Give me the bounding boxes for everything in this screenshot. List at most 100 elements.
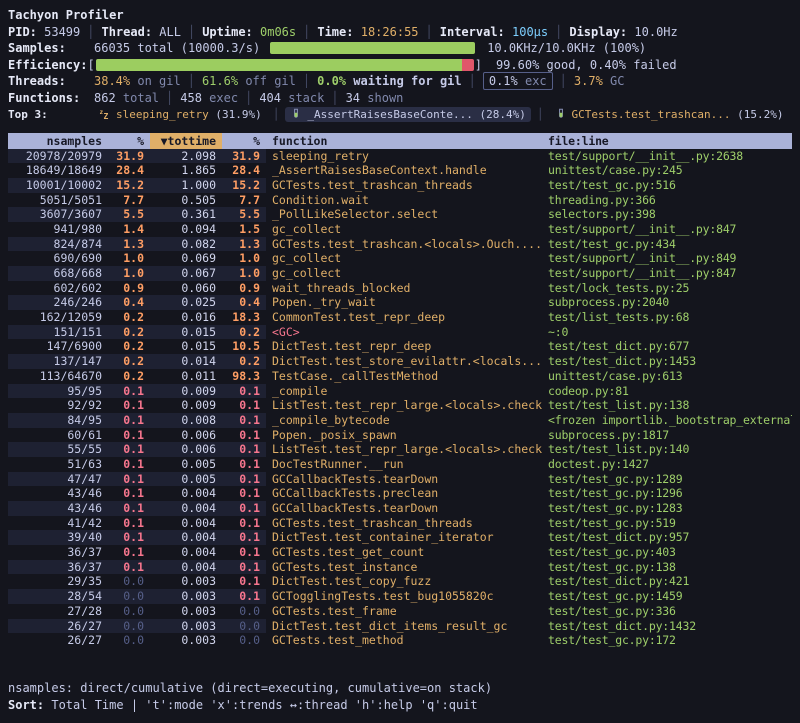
cell-function: gc_collect [266, 251, 544, 266]
table-row[interactable]: 602/6020.90.0600.9wait_threads_blockedte… [8, 281, 792, 296]
cell-function: DictTest.test_container_iterator [266, 530, 544, 545]
table-row[interactable]: 29/350.00.0030.1DictTest.test_copy_fuzzt… [8, 574, 792, 589]
cell-direct-pct: 1.3 [108, 237, 150, 252]
table-row[interactable]: 151/1510.20.0150.2<GC>~:0 [8, 325, 792, 340]
cell-tottime: 0.006 [150, 442, 222, 457]
top3-label: Top 3: [8, 108, 94, 121]
table-row[interactable]: 10001/1000215.21.00015.2GCTests.test_tra… [8, 178, 792, 193]
cell-cumulative-pct: 18.3 [222, 310, 266, 325]
table-row[interactable]: 690/6901.00.0691.0gc_collecttest/support… [8, 251, 792, 266]
table-row[interactable]: 246/2460.40.0250.4Popen._try_waitsubproc… [8, 295, 792, 310]
table-row[interactable]: 39/400.10.0040.1DictTest.test_container_… [8, 530, 792, 545]
column-header-function[interactable]: function [266, 133, 544, 149]
cell-direct-pct: 0.2 [108, 325, 150, 340]
functions-stat-value: 458 [180, 91, 209, 105]
cell-cumulative-pct: 98.3 [222, 369, 266, 384]
efficiency-text: 99.60% good, 0.40% failed [496, 58, 677, 72]
column-header-nsamples[interactable]: nsamples [8, 133, 108, 149]
table-row[interactable]: 43/460.10.0040.1GCCallbackTests.tearDown… [8, 501, 792, 516]
cell-fileline: <frozen importlib._bootstrap_external [544, 413, 792, 428]
cell-fileline: test/test_list.py:138 [544, 398, 792, 413]
samples-rate-summary: 10.0KHz/10.0KHz (100%) [487, 41, 646, 55]
table-row[interactable]: 27/280.00.0030.0GCTests.test_frametest/t… [8, 604, 792, 619]
cell-function: wait_threads_blocked [266, 281, 544, 296]
cell-cumulative-pct: 31.9 [222, 149, 266, 164]
table-row[interactable]: 162/120590.20.01618.3CommonTest.test_rep… [8, 310, 792, 325]
cell-function: <GC> [266, 325, 544, 340]
sleep-icon: zZ [99, 108, 111, 120]
cell-nsamples: 28/54 [8, 589, 108, 604]
cell-fileline: test/test_dict.py:677 [544, 339, 792, 354]
column-header-fileline[interactable]: file:line [544, 133, 792, 149]
cell-function: _compile_bytecode [266, 413, 544, 428]
sort-label: Sort: [8, 697, 44, 714]
cell-tottime: 0.006 [150, 428, 222, 443]
stat-label: PID: [8, 25, 44, 39]
samples-bar-fill [270, 42, 475, 54]
table-header: nsamples%▼tottime%functionfile:line [8, 133, 792, 149]
efficiency-label: Efficiency: [8, 58, 87, 72]
cell-cumulative-pct: 0.1 [222, 428, 266, 443]
table-row[interactable]: 668/6681.00.0671.0gc_collecttest/support… [8, 266, 792, 281]
table-row[interactable]: 84/950.10.0080.1_compile_bytecode<frozen… [8, 413, 792, 428]
functions-stat-unit: total [123, 91, 159, 105]
top3-item[interactable]: GCTests.test_trashcan... (15.2%) [550, 107, 789, 122]
cell-function: GCCallbackTests.preclean [266, 486, 544, 501]
table-row[interactable]: 5051/50517.70.5057.7Condition.waitthread… [8, 193, 792, 208]
threads-separator: │ [553, 74, 574, 88]
top3-items: zZsleeping_retry (31.9%)│_AssertRaisesBa… [94, 107, 788, 122]
table-row[interactable]: 36/370.10.0040.1GCTests.test_instancetes… [8, 560, 792, 575]
cell-tottime: 0.005 [150, 457, 222, 472]
cell-cumulative-pct: 15.2 [222, 178, 266, 193]
table-row[interactable]: 43/460.10.0040.1GCCallbackTests.preclean… [8, 486, 792, 501]
table-row[interactable]: 95/950.10.0090.1_compilecodeop.py:81 [8, 384, 792, 399]
top3-item[interactable]: zZsleeping_retry (31.9%) [94, 107, 267, 122]
table-row[interactable]: 20978/2097931.92.09831.9sleeping_retryte… [8, 149, 792, 164]
cell-nsamples: 60/61 [8, 428, 108, 443]
cell-tottime: 0.094 [150, 222, 222, 237]
thread-stat: 3.7% GC [574, 74, 625, 88]
cell-fileline: codeop.py:81 [544, 384, 792, 399]
table-row[interactable]: 147/69000.20.01510.5DictTest.test_repr_d… [8, 339, 792, 354]
table-row[interactable]: 26/270.00.0030.0DictTest.test_dict_items… [8, 619, 792, 634]
table-row[interactable]: 60/610.10.0060.1Popen._posix_spawnsubpro… [8, 428, 792, 443]
cell-tottime: 0.060 [150, 281, 222, 296]
column-header-tottime[interactable]: ▼tottime [150, 133, 222, 149]
cell-function: Condition.wait [266, 193, 544, 208]
thread-stat-value: 0.0% [317, 74, 353, 88]
table-row[interactable]: 941/9801.40.0941.5gc_collecttest/support… [8, 222, 792, 237]
table-row[interactable]: 55/550.10.0060.1ListTest.test_repr_large… [8, 442, 792, 457]
table-row[interactable]: 41/420.10.0040.1GCTests.test_trashcan_th… [8, 516, 792, 531]
cell-cumulative-pct: 0.1 [222, 413, 266, 428]
table-body: 20978/2097931.92.09831.9sleeping_retryte… [8, 149, 792, 648]
column-header-cumulative-pct[interactable]: % [222, 133, 266, 149]
table-row[interactable]: 36/370.10.0040.1GCTests.test_get_countte… [8, 545, 792, 560]
cell-cumulative-pct: 0.1 [222, 560, 266, 575]
footer-nsamples-help-text: nsamples: direct/cumulative (direct=exec… [8, 680, 492, 697]
cell-direct-pct: 0.0 [108, 619, 150, 634]
stat-label: Display: [569, 25, 634, 39]
table-row[interactable]: 26/270.00.0030.0GCTests.test_methodtest/… [8, 633, 792, 648]
cell-tottime: 0.067 [150, 266, 222, 281]
table-row[interactable]: 18649/1864928.41.86528.4_AssertRaisesBas… [8, 163, 792, 178]
table-row[interactable]: 47/470.10.0050.1GCCallbackTests.tearDown… [8, 472, 792, 487]
cell-tottime: 0.505 [150, 193, 222, 208]
test-tube-icon [555, 108, 567, 120]
cell-fileline: test/test_gc.py:138 [544, 560, 792, 575]
cell-direct-pct: 0.1 [108, 530, 150, 545]
top3-item[interactable]: _AssertRaisesBaseConte... (28.4%) [285, 107, 531, 122]
table-row[interactable]: 51/630.10.0050.1DocTestRunner.__rundocte… [8, 457, 792, 472]
efficiency-bracket-open: [ [87, 58, 94, 72]
table-row[interactable]: 3607/36075.50.3615.5_PollLikeSelector.se… [8, 207, 792, 222]
table-row[interactable]: 113/646700.20.01198.3TestCase._callTestM… [8, 369, 792, 384]
column-header-direct-pct[interactable]: % [108, 133, 150, 149]
cell-fileline: test/test_dict.py:957 [544, 530, 792, 545]
cell-tottime: 0.025 [150, 295, 222, 310]
cell-cumulative-pct: 0.1 [222, 516, 266, 531]
table-row[interactable]: 92/920.10.0090.1ListTest.test_repr_large… [8, 398, 792, 413]
table-row[interactable]: 137/1470.20.0140.2DictTest.test_store_ev… [8, 354, 792, 369]
cell-direct-pct: 1.0 [108, 266, 150, 281]
table-row[interactable]: 824/8741.30.0821.3GCTests.test_trashcan.… [8, 237, 792, 252]
table-row[interactable]: 28/540.00.0030.1GCTogglingTests.test_bug… [8, 589, 792, 604]
cell-direct-pct: 0.1 [108, 413, 150, 428]
